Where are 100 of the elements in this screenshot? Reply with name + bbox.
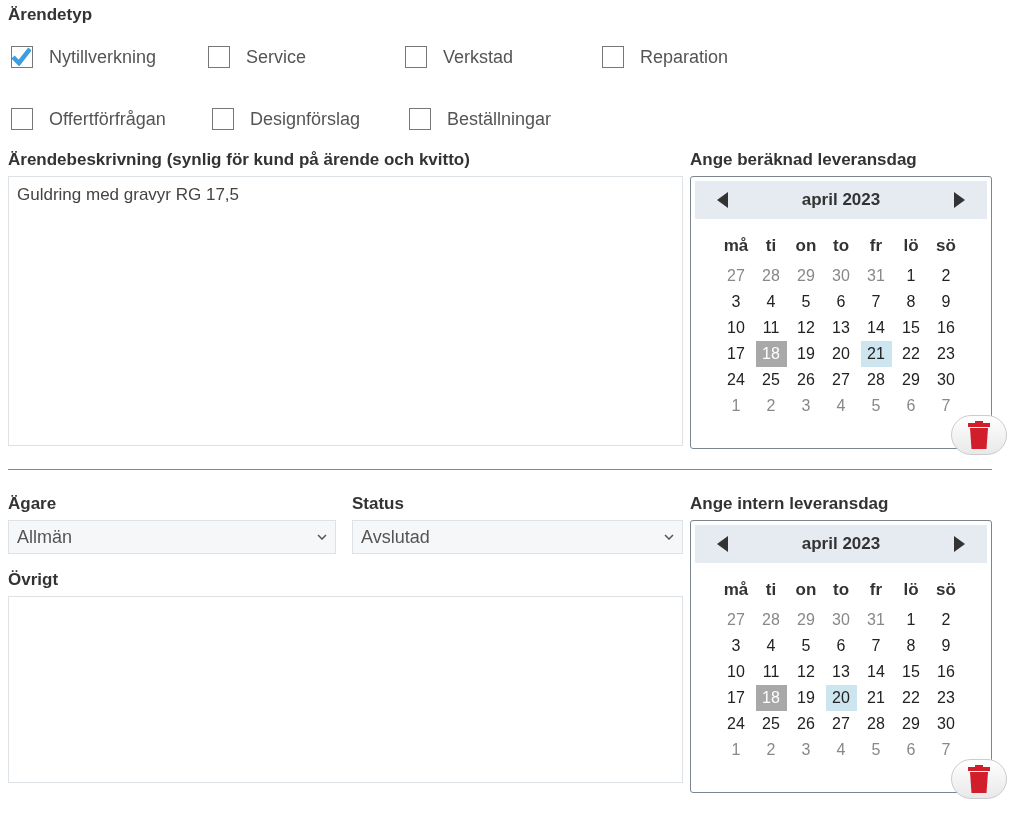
calendar-day[interactable]: 5 <box>860 737 892 763</box>
owner-select[interactable]: Allmän <box>8 520 336 554</box>
calendar-day[interactable]: 5 <box>790 633 822 659</box>
notes-field[interactable] <box>8 596 683 783</box>
calendar-day[interactable]: 6 <box>825 633 857 659</box>
calendar-day[interactable]: 29 <box>895 367 927 393</box>
calendar-day[interactable]: 29 <box>790 607 822 633</box>
calendar-day[interactable]: 5 <box>790 289 822 315</box>
checkbox[interactable] <box>11 108 33 130</box>
calendar-day[interactable]: 28 <box>755 607 787 633</box>
calendar-day[interactable]: 23 <box>930 685 962 711</box>
calendar-day[interactable]: 9 <box>930 289 962 315</box>
calendar-day[interactable]: 11 <box>755 659 787 685</box>
calendar-day[interactable]: 3 <box>790 737 822 763</box>
calendar-day[interactable]: 2 <box>930 607 962 633</box>
calendar-day[interactable]: 30 <box>930 711 962 737</box>
checkbox[interactable] <box>405 46 427 68</box>
calendar-day[interactable]: 9 <box>930 633 962 659</box>
calendar-day[interactable]: 4 <box>755 633 787 659</box>
calendar-day[interactable]: 27 <box>720 607 752 633</box>
calendar-day[interactable]: 2 <box>755 393 787 419</box>
calendar-day[interactable]: 12 <box>790 315 822 341</box>
calendar-day[interactable]: 4 <box>755 289 787 315</box>
description-field[interactable]: Guldring med gravyr RG 17,5 <box>8 176 683 446</box>
calendar-day[interactable]: 13 <box>825 659 857 685</box>
calendar-day[interactable]: 31 <box>860 263 892 289</box>
calendar-day[interactable]: 20 <box>825 685 857 711</box>
next-month-icon[interactable] <box>953 192 965 208</box>
checkbox[interactable] <box>208 46 230 68</box>
calendar-day[interactable]: 14 <box>860 659 892 685</box>
calendar-day[interactable]: 29 <box>790 263 822 289</box>
calendar-day[interactable]: 20 <box>825 341 857 367</box>
calendar-day[interactable]: 7 <box>860 289 892 315</box>
calendar-day[interactable]: 15 <box>895 659 927 685</box>
calendar-day[interactable]: 17 <box>720 341 752 367</box>
delete-button[interactable] <box>951 415 1007 455</box>
calendar-day[interactable]: 30 <box>930 367 962 393</box>
calendar-day[interactable]: 11 <box>755 315 787 341</box>
calendar-day[interactable]: 8 <box>895 289 927 315</box>
calendar-day[interactable]: 3 <box>720 633 752 659</box>
calendar-day[interactable]: 21 <box>860 685 892 711</box>
calendar-day[interactable]: 6 <box>825 289 857 315</box>
calendar-day[interactable]: 6 <box>895 393 927 419</box>
calendar-day[interactable]: 7 <box>930 737 962 763</box>
calendar-day[interactable]: 19 <box>790 685 822 711</box>
checkbox[interactable] <box>212 108 234 130</box>
calendar-day[interactable]: 10 <box>720 315 752 341</box>
calendar-day[interactable]: 29 <box>895 711 927 737</box>
previous-month-icon[interactable] <box>717 192 729 208</box>
calendar-day[interactable]: 23 <box>930 341 962 367</box>
calendar-day[interactable]: 21 <box>860 341 892 367</box>
calendar-day[interactable]: 1 <box>720 737 752 763</box>
status-select[interactable]: Avslutad <box>352 520 683 554</box>
calendar-day[interactable]: 30 <box>825 263 857 289</box>
calendar-day[interactable]: 2 <box>930 263 962 289</box>
calendar-day[interactable]: 1 <box>895 263 927 289</box>
calendar-day[interactable]: 27 <box>825 711 857 737</box>
calendar-day[interactable]: 25 <box>755 367 787 393</box>
previous-month-icon[interactable] <box>717 536 729 552</box>
calendar-day[interactable]: 8 <box>895 633 927 659</box>
calendar-day[interactable]: 13 <box>825 315 857 341</box>
calendar-day[interactable]: 26 <box>790 367 822 393</box>
checkbox[interactable] <box>11 46 33 68</box>
calendar-day[interactable]: 7 <box>860 633 892 659</box>
calendar-day[interactable]: 7 <box>930 393 962 419</box>
calendar-day[interactable]: 22 <box>895 341 927 367</box>
calendar-day[interactable]: 31 <box>860 607 892 633</box>
calendar-day[interactable]: 28 <box>860 367 892 393</box>
calendar-day[interactable]: 12 <box>790 659 822 685</box>
calendar-day[interactable]: 24 <box>720 367 752 393</box>
calendar-day[interactable]: 27 <box>825 367 857 393</box>
field-label: Status <box>352 493 405 515</box>
calendar-day[interactable]: 24 <box>720 711 752 737</box>
calendar-day[interactable]: 25 <box>755 711 787 737</box>
calendar-day[interactable]: 3 <box>720 289 752 315</box>
checkbox[interactable] <box>602 46 624 68</box>
delete-button[interactable] <box>951 759 1007 799</box>
calendar-day[interactable]: 4 <box>825 393 857 419</box>
calendar-day[interactable]: 27 <box>720 263 752 289</box>
calendar-day[interactable]: 19 <box>790 341 822 367</box>
calendar-day[interactable]: 4 <box>825 737 857 763</box>
calendar-day[interactable]: 2 <box>755 737 787 763</box>
calendar-day[interactable]: 14 <box>860 315 892 341</box>
calendar-day[interactable]: 16 <box>930 659 962 685</box>
calendar-day[interactable]: 22 <box>895 685 927 711</box>
calendar-day[interactable]: 1 <box>895 607 927 633</box>
calendar-day[interactable]: 28 <box>755 263 787 289</box>
checkbox[interactable] <box>409 108 431 130</box>
calendar-day[interactable]: 5 <box>860 393 892 419</box>
next-month-icon[interactable] <box>953 536 965 552</box>
calendar-day[interactable]: 6 <box>895 737 927 763</box>
calendar-day[interactable]: 30 <box>825 607 857 633</box>
calendar-day[interactable]: 1 <box>720 393 752 419</box>
calendar-day[interactable]: 16 <box>930 315 962 341</box>
calendar-day[interactable]: 17 <box>720 685 752 711</box>
calendar-day[interactable]: 26 <box>790 711 822 737</box>
calendar-day[interactable]: 10 <box>720 659 752 685</box>
calendar-day[interactable]: 3 <box>790 393 822 419</box>
calendar-day[interactable]: 28 <box>860 711 892 737</box>
calendar-day[interactable]: 15 <box>895 315 927 341</box>
